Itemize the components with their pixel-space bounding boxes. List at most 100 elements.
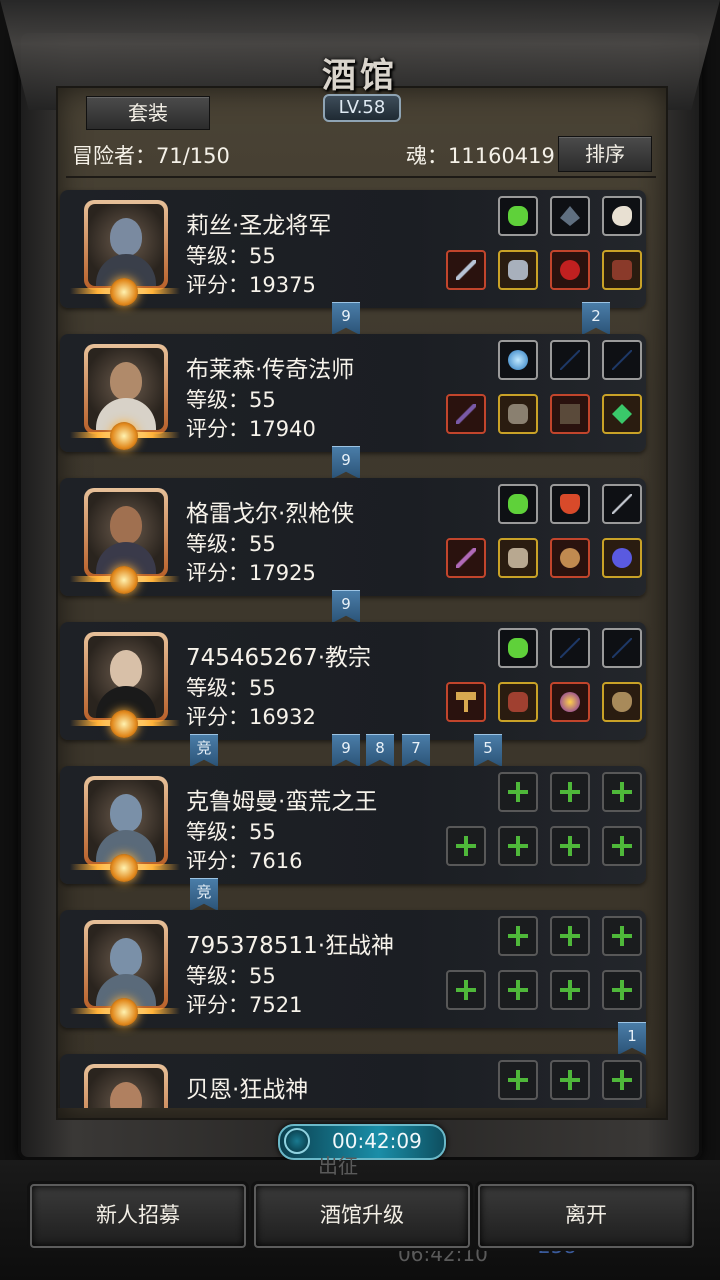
sword-icon[interactable]: [446, 250, 486, 290]
tavern-level-badge: LV.58: [323, 94, 401, 122]
lance-icon[interactable]: [602, 484, 642, 524]
staff-icon[interactable]: [550, 340, 590, 380]
rank-tag: 9: [332, 302, 360, 335]
hero-list[interactable]: 莉丝·圣龙将军 等级：55 评分：19375 9 2 布莱森·传奇法师 等级：5…: [56, 180, 664, 1108]
gem-icon[interactable]: [498, 196, 538, 236]
hero-score: 评分：17940: [186, 417, 316, 441]
hero-emblem-icon: [110, 998, 138, 1026]
empty-slot-plus-icon[interactable]: [498, 772, 538, 812]
rank-tag: 7: [402, 734, 430, 767]
emblem-slot-icon[interactable]: [550, 196, 590, 236]
tavern-upgrade-button[interactable]: 酒馆升级: [254, 1184, 470, 1248]
hammer-icon[interactable]: [446, 682, 486, 722]
rank-tag: 8: [366, 734, 394, 767]
vestment-icon[interactable]: [498, 682, 538, 722]
gem-icon[interactable]: [498, 628, 538, 668]
divider: [66, 176, 656, 178]
rank-tag: 1: [618, 1022, 646, 1055]
recruit-button[interactable]: 新人招募: [30, 1184, 246, 1248]
hero-name: 莉丝·圣龙将军: [186, 213, 332, 239]
hero-score: 评分：16932: [186, 705, 316, 729]
hero-level: 等级：55: [186, 820, 276, 844]
leave-button[interactable]: 离开: [478, 1184, 694, 1248]
hero-emblem-icon: [110, 278, 138, 306]
hero-name: 795378511·狂战神: [186, 933, 395, 959]
amulet-icon[interactable]: [550, 538, 590, 578]
empty-slot-plus-icon[interactable]: [550, 772, 590, 812]
hero-level: 等级：55: [186, 388, 276, 412]
hero-portrait: [84, 200, 168, 290]
empty-slot-plus-icon[interactable]: [446, 826, 486, 866]
empty-slot-plus-icon[interactable]: [602, 916, 642, 956]
background-expedition-label: 出征: [318, 1154, 358, 1178]
orb-icon[interactable]: [498, 340, 538, 380]
wing-armor-icon[interactable]: [498, 538, 538, 578]
hero-name: 布莱森·传奇法师: [186, 357, 355, 383]
trophy-icon[interactable]: [550, 484, 590, 524]
hero-card[interactable]: 格雷戈尔·烈枪侠 等级：55 评分：17925: [60, 478, 646, 596]
empty-slot-plus-icon[interactable]: [498, 970, 538, 1010]
gem-icon[interactable]: [498, 484, 538, 524]
claw-icon[interactable]: [602, 196, 642, 236]
empty-slot-plus-icon[interactable]: [602, 1060, 642, 1100]
empty-slot-plus-icon[interactable]: [550, 970, 590, 1010]
hero-emblem-icon: [110, 854, 138, 882]
empty-slot-plus-icon[interactable]: [550, 1060, 590, 1100]
hero-score: 评分：17925: [186, 561, 316, 585]
hero-card[interactable]: 795378511·狂战神 等级：55 评分：7521: [60, 910, 646, 1028]
hero-name: 格雷戈尔·烈枪侠: [186, 501, 355, 527]
hero-card[interactable]: 布莱森·传奇法师 等级：55 评分：17940: [60, 334, 646, 452]
hero-name: 贝恩·狂战神: [186, 1077, 309, 1103]
mask-icon[interactable]: [602, 682, 642, 722]
empty-slot-plus-icon[interactable]: [498, 826, 538, 866]
adventurer-count: 冒险者：71/150: [72, 144, 230, 168]
spear-icon[interactable]: [446, 538, 486, 578]
hero-name: 745465267·教宗: [186, 645, 372, 671]
empty-slot-plus-icon[interactable]: [550, 826, 590, 866]
hero-portrait: [84, 920, 168, 1010]
empty-slot-plus-icon[interactable]: [602, 970, 642, 1010]
empty-slot-plus-icon[interactable]: [498, 1060, 538, 1100]
hero-score: 评分：7521: [186, 993, 303, 1017]
hero-emblem-icon: [110, 422, 138, 450]
rank-tag: 5: [474, 734, 502, 767]
sort-button[interactable]: 排序: [558, 136, 652, 172]
eye-orb-icon[interactable]: [550, 682, 590, 722]
ring-icon[interactable]: [550, 250, 590, 290]
countdown-timer: 00:42:09: [278, 1124, 446, 1160]
empty-slot-plus-icon[interactable]: [498, 916, 538, 956]
emerald-icon[interactable]: [602, 394, 642, 434]
hero-level: 等级：55: [186, 676, 276, 700]
page-title: 酒馆: [322, 56, 398, 96]
rank-tag: 9: [332, 590, 360, 623]
hero-card[interactable]: 贝恩·狂战神: [60, 1054, 646, 1108]
book-icon[interactable]: [550, 394, 590, 434]
empty-slot-plus-icon[interactable]: [446, 970, 486, 1010]
boot-icon[interactable]: [602, 250, 642, 290]
staff-icon[interactable]: [602, 628, 642, 668]
hero-card[interactable]: 莉丝·圣龙将军 等级：55 评分：19375: [60, 190, 646, 308]
empty-slot-plus-icon[interactable]: [550, 916, 590, 956]
hero-card[interactable]: 745465267·教宗 等级：55 评分：16932: [60, 622, 646, 740]
staff-icon[interactable]: [550, 628, 590, 668]
hero-level: 等级：55: [186, 532, 276, 556]
hero-portrait: [84, 344, 168, 434]
wand-icon[interactable]: [446, 394, 486, 434]
rank-tag: 9: [332, 446, 360, 479]
set-button[interactable]: 套装: [86, 96, 210, 130]
hero-portrait: [84, 776, 168, 866]
arena-tag: 竞: [190, 878, 218, 911]
hero-portrait: [84, 632, 168, 722]
hero-portrait: [84, 1064, 168, 1108]
hero-name: 克鲁姆曼·蛮荒之王: [186, 789, 378, 815]
armor-icon[interactable]: [498, 250, 538, 290]
hero-emblem-icon: [110, 566, 138, 594]
staff-icon[interactable]: [602, 340, 642, 380]
hero-emblem-icon: [110, 710, 138, 738]
empty-slot-plus-icon[interactable]: [602, 772, 642, 812]
hero-card[interactable]: 克鲁姆曼·蛮荒之王 等级：55 评分：7616: [60, 766, 646, 884]
bracelet-icon[interactable]: [602, 538, 642, 578]
empty-slot-plus-icon[interactable]: [602, 826, 642, 866]
hero-level: 等级：55: [186, 244, 276, 268]
robe-icon[interactable]: [498, 394, 538, 434]
